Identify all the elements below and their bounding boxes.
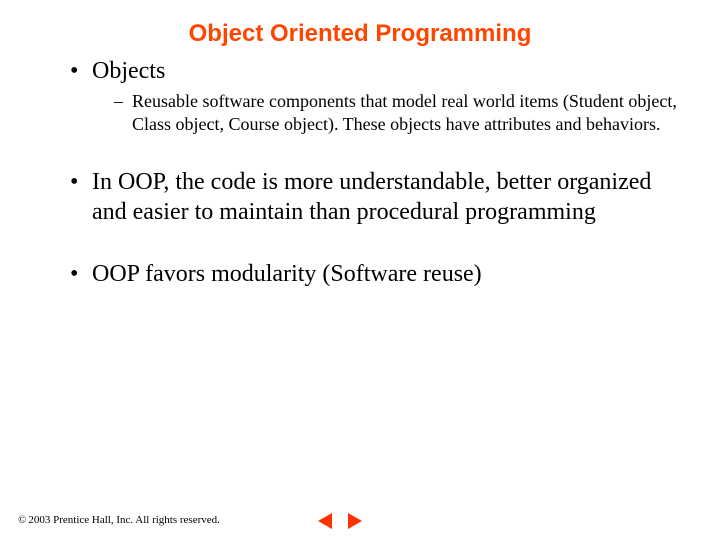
nav-arrows (315, 510, 365, 532)
footer-text: 2003 Prentice Hall, Inc. All rights rese… (28, 514, 220, 526)
bullet-item: Objects Reusable software components tha… (70, 56, 680, 135)
sub-bullet-text: Reusable software components that model … (132, 91, 677, 134)
sub-bullet-item: Reusable software components that model … (114, 90, 680, 135)
bullet-text: Objects (92, 58, 165, 84)
copyright-symbol: © (18, 514, 26, 526)
arrow-left-icon (316, 511, 336, 531)
next-button[interactable] (343, 510, 365, 532)
bullet-item: In OOP, the code is more understandable,… (70, 167, 680, 227)
slide: Object Oriented Programming Objects Reus… (0, 0, 720, 540)
prev-button[interactable] (315, 510, 337, 532)
bullet-text: OOP favors modularity (Software reuse) (92, 261, 482, 287)
bullet-text: In OOP, the code is more understandable,… (92, 169, 651, 225)
footer: © 2003 Prentice Hall, Inc. All rights re… (18, 514, 220, 526)
bullet-item: OOP favors modularity (Software reuse) (70, 259, 680, 289)
arrow-right-icon (344, 511, 364, 531)
slide-content: Objects Reusable software components tha… (0, 56, 720, 289)
bullet-list: Objects Reusable software components tha… (50, 56, 680, 289)
sub-bullet-list: Reusable software components that model … (92, 90, 680, 135)
slide-title: Object Oriented Programming (0, 0, 720, 56)
